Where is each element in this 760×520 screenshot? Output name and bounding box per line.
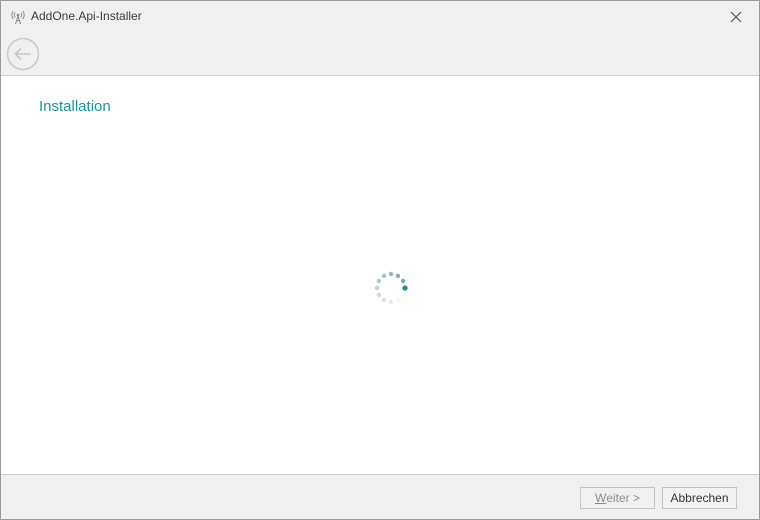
title-bar[interactable]: AddOne.Api-Installer — [1, 1, 759, 32]
spinner-dot — [400, 292, 406, 298]
cancel-button[interactable]: Abbrechen — [662, 487, 737, 509]
spinner-dot — [374, 285, 380, 291]
content-area: Installation — [1, 76, 759, 474]
spinner-dot — [376, 278, 382, 284]
spinner-dot — [381, 273, 387, 279]
spinner-icon — [374, 271, 408, 305]
page-title: Installation — [39, 98, 111, 115]
window-title: AddOne.Api-Installer — [31, 9, 142, 23]
next-mnemonic: W — [594, 491, 607, 505]
installer-window: AddOne.Api-Installer Installation Weiter… — [0, 0, 760, 520]
back-arrow-icon — [14, 47, 31, 61]
spinner-dot — [388, 271, 394, 277]
next-button[interactable]: Weiter > — [580, 487, 655, 509]
antenna-icon — [11, 10, 25, 25]
spinner-dot — [376, 292, 382, 298]
spinner-dot — [381, 297, 387, 303]
spinner-dot — [395, 297, 401, 303]
spinner-dot — [400, 278, 406, 284]
footer-bar: Weiter > Abbrechen — [1, 474, 759, 519]
spinner-dot — [388, 299, 394, 305]
next-label: eiter > — [606, 491, 640, 505]
spinner-dot — [402, 285, 408, 291]
back-button[interactable] — [6, 37, 40, 71]
close-icon — [730, 11, 742, 22]
spinner-dot — [395, 273, 401, 279]
close-button[interactable] — [713, 1, 759, 32]
navigation-bar — [1, 32, 759, 76]
